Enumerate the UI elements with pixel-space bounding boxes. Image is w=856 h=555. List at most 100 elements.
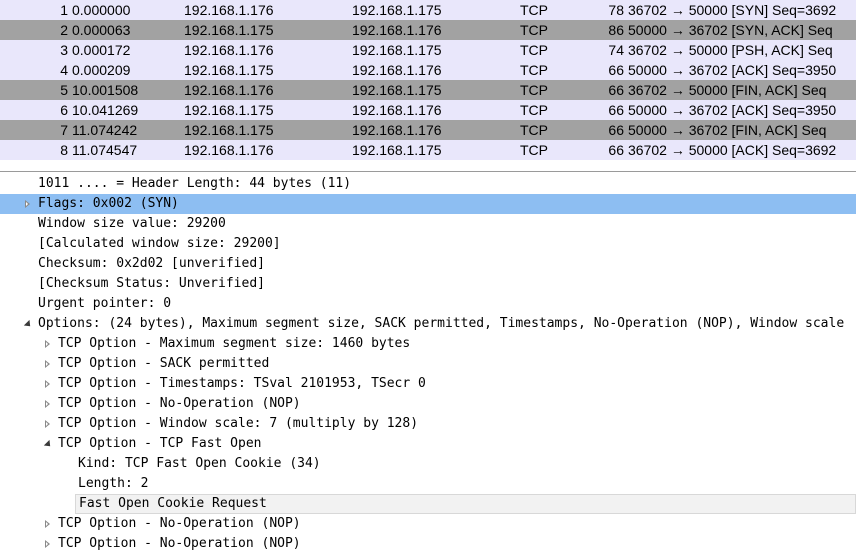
- tree-item-label: TCP Option - SACK permitted: [58, 356, 270, 371]
- tree-item[interactable]: TCP Option - Window scale: 7 (multiply b…: [0, 414, 856, 434]
- triangle-right-icon: [24, 200, 30, 208]
- tree-item[interactable]: TCP Option - No-Operation (NOP): [0, 514, 856, 534]
- packet-row[interactable]: 5 10.001508 192.168.1.176 192.168.1.175 TCP 6…: [0, 80, 856, 100]
- triangle-right-icon: [44, 340, 50, 348]
- packet-row[interactable]: 4 0.000209 192.168.1.175 192.168.1.176 TCP 66…: [0, 60, 856, 80]
- packet-length: 66: [608, 82, 624, 98]
- packet-protocol: TCP: [520, 42, 548, 58]
- packet-time: 0.000000: [72, 2, 131, 18]
- packet-info: 36702 → 50000 [SYN] Seq=3692: [628, 2, 837, 18]
- tree-item[interactable]: [Calculated window size: 29200]: [0, 234, 856, 254]
- pane-divider[interactable]: [0, 171, 856, 172]
- packet-time: 11.074547: [72, 142, 138, 158]
- packet-info: 50000 → 36702 [FIN, ACK] Seq: [628, 122, 827, 138]
- packet-number: 3: [60, 42, 68, 58]
- tree-item[interactable]: Length: 2: [0, 474, 856, 494]
- packet-protocol: TCP: [520, 82, 548, 98]
- packet-time: 10.041269: [72, 102, 139, 118]
- tree-item[interactable]: TCP Option - No-Operation (NOP): [0, 394, 856, 414]
- tree-item-label: TCP Option - No-Operation (NOP): [58, 396, 301, 411]
- packet-time: 11.074242: [72, 122, 138, 138]
- packet-source: 192.168.1.175: [184, 122, 274, 138]
- collapse-arrow-icon[interactable]: [42, 434, 54, 454]
- triangle-right-icon: [44, 380, 50, 388]
- packet-length: 66: [608, 62, 624, 78]
- packet-source: 192.168.1.176: [184, 142, 274, 158]
- packet-info: 50000 → 36702 [ACK] Seq=3950: [628, 62, 837, 78]
- expand-arrow-icon[interactable]: [42, 354, 52, 374]
- packet-source: 192.168.1.175: [184, 62, 274, 78]
- packet-info: 36702 → 50000 [FIN, ACK] Seq: [628, 82, 827, 98]
- packet-source: 192.168.1.176: [184, 82, 274, 98]
- packet-length: 66: [608, 102, 624, 118]
- tree-item-label: Kind: TCP Fast Open Cookie (34): [78, 456, 321, 471]
- packet-row[interactable]: 6 10.041269 192.168.1.175 192.168.1.176 TCP 6…: [0, 100, 856, 120]
- packet-time: 0.000172: [72, 42, 131, 58]
- packet-destination: 192.168.1.176: [352, 62, 442, 78]
- packet-destination: 192.168.1.176: [352, 122, 442, 138]
- expand-arrow-icon[interactable]: [22, 194, 32, 214]
- tree-item[interactable]: Kind: TCP Fast Open Cookie (34): [0, 454, 856, 474]
- tree-item[interactable]: Options: (24 bytes), Maximum segment siz…: [0, 314, 856, 334]
- packet-destination: 192.168.1.175: [352, 142, 442, 158]
- tree-item-label: Flags: 0x002 (SYN): [38, 196, 179, 211]
- tree-item[interactable]: [Checksum Status: Unverified]: [0, 274, 856, 294]
- packet-row[interactable]: 8 11.074547 192.168.1.176 192.168.1.175 TCP 6…: [0, 140, 856, 160]
- tree-item-label: Urgent pointer: 0: [38, 296, 172, 311]
- triangle-down-icon: [23, 319, 34, 329]
- packet-destination: 192.168.1.175: [352, 82, 442, 98]
- packet-length: 74: [608, 42, 624, 58]
- packet-protocol: TCP: [520, 122, 548, 138]
- tree-item[interactable]: Checksum: 0x2d02 [unverified]: [0, 254, 856, 274]
- tree-item-label: Fast Open Cookie Request: [79, 496, 267, 511]
- tree-item[interactable]: TCP Option - Maximum segment size: 1460 …: [0, 334, 856, 354]
- packet-time: 0.000209: [72, 62, 131, 78]
- packet-time: 10.001508: [72, 82, 139, 98]
- packet-number: 4: [60, 62, 68, 78]
- tree-item[interactable]: TCP Option - Timestamps: TSval 2101953, …: [0, 374, 856, 394]
- tree-item-label: TCP Option - Maximum segment size: 1460 …: [58, 336, 411, 351]
- packet-protocol: TCP: [520, 2, 548, 18]
- expand-arrow-icon[interactable]: [42, 534, 52, 554]
- tree-item-label: Checksum: 0x2d02 [unverified]: [38, 256, 265, 271]
- tree-item[interactable]: Fast Open Cookie Request: [75, 494, 856, 514]
- packet-number: 6: [60, 102, 68, 118]
- tree-item[interactable]: 1011 .... = Header Length: 44 bytes (11): [0, 174, 856, 194]
- packet-info: 36702 → 50000 [ACK] Seq=3692: [628, 142, 837, 158]
- packet-protocol: TCP: [520, 142, 548, 158]
- expand-arrow-icon[interactable]: [42, 514, 52, 534]
- packet-protocol: TCP: [520, 62, 548, 78]
- packet-length: 78: [608, 2, 624, 18]
- packet-number: 2: [60, 22, 68, 38]
- packet-time: 0.000063: [72, 22, 131, 38]
- expand-arrow-icon[interactable]: [42, 334, 52, 354]
- tree-item[interactable]: Flags: 0x002 (SYN): [0, 194, 856, 214]
- tree-item-label: TCP Option - TCP Fast Open: [58, 436, 262, 451]
- packet-detail-tree: 1011 .... = Header Length: 44 bytes (11)…: [0, 173, 856, 555]
- packet-info: 36702 → 50000 [PSH, ACK] Seq: [628, 42, 833, 58]
- packet-row[interactable]: 1 0.000000 192.168.1.176 192.168.1.175 TCP 78…: [0, 0, 856, 20]
- tree-item[interactable]: TCP Option - SACK permitted: [0, 354, 856, 374]
- tree-item[interactable]: TCP Option - No-Operation (NOP): [0, 534, 856, 554]
- tree-item[interactable]: Urgent pointer: 0: [0, 294, 856, 314]
- packet-number: 8: [60, 142, 68, 158]
- packet-info: 50000 → 36702 [ACK] Seq=3950: [628, 102, 837, 118]
- triangle-right-icon: [44, 540, 50, 548]
- packet-list: 1 0.000000 192.168.1.176 192.168.1.175 TCP 78…: [0, 0, 856, 171]
- tree-item-label: Options: (24 bytes), Maximum segment siz…: [38, 316, 845, 331]
- packet-protocol: TCP: [520, 22, 548, 38]
- triangle-right-icon: [44, 400, 50, 408]
- collapse-arrow-icon[interactable]: [22, 314, 34, 334]
- tree-item-label: TCP Option - No-Operation (NOP): [58, 516, 301, 531]
- packet-row[interactable]: 3 0.000172 192.168.1.176 192.168.1.175 TCP 74…: [0, 40, 856, 60]
- packet-destination: 192.168.1.176: [352, 22, 442, 38]
- expand-arrow-icon[interactable]: [42, 394, 52, 414]
- packet-number: 5: [60, 82, 68, 98]
- tree-item[interactable]: Window size value: 29200: [0, 214, 856, 234]
- expand-arrow-icon[interactable]: [42, 374, 52, 394]
- tree-item[interactable]: TCP Option - TCP Fast Open: [0, 434, 856, 454]
- tree-item-label: TCP Option - Timestamps: TSval 2101953, …: [58, 376, 426, 391]
- expand-arrow-icon[interactable]: [42, 414, 52, 434]
- packet-row[interactable]: 7 11.074242 192.168.1.175 192.168.1.176 TCP 6…: [0, 120, 856, 140]
- packet-row[interactable]: 2 0.000063 192.168.1.175 192.168.1.176 TCP 86…: [0, 20, 856, 40]
